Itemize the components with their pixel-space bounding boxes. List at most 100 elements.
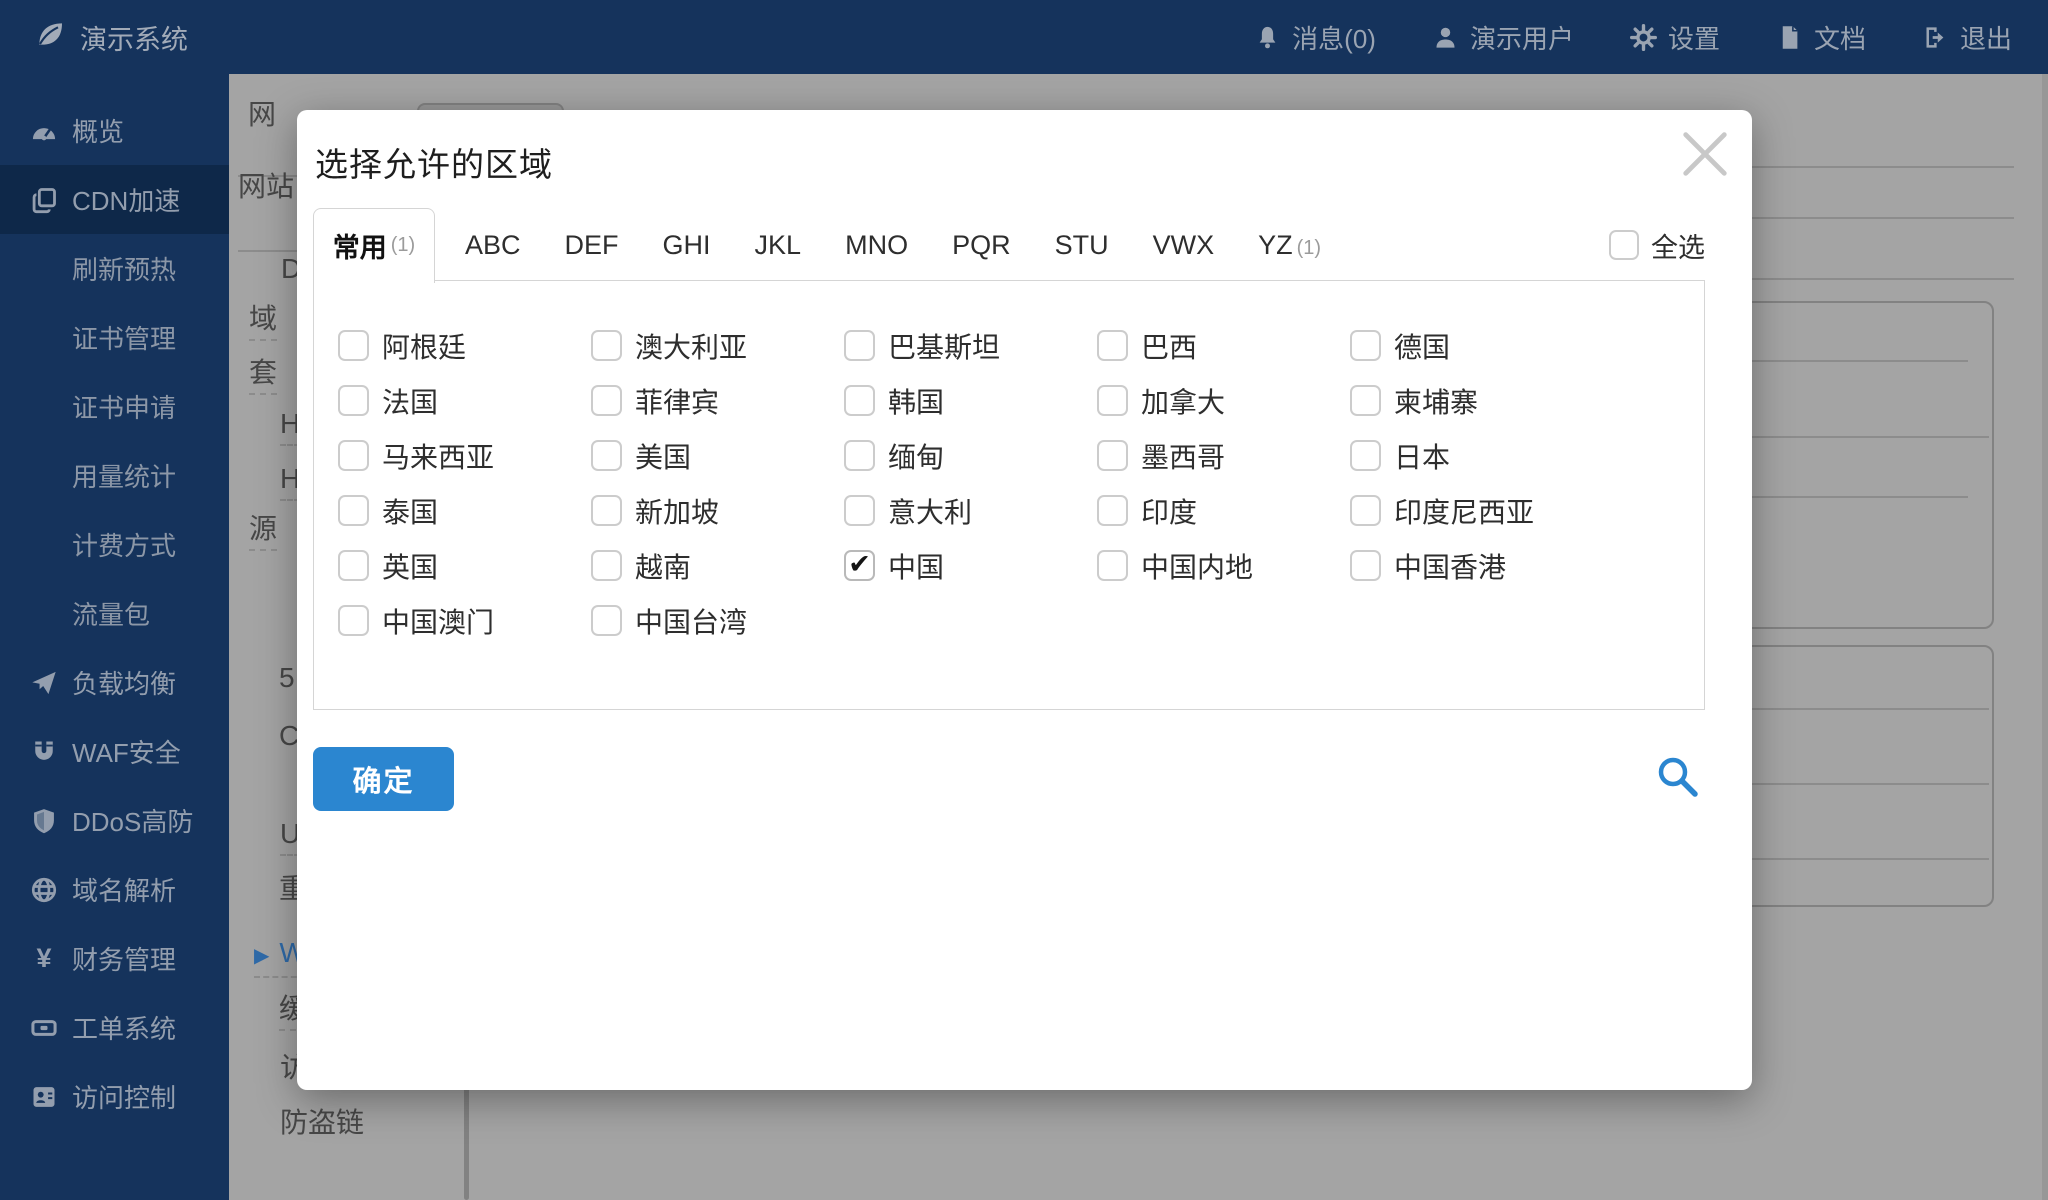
tab-常用[interactable]: 常用 (1) [313,207,435,283]
region-option[interactable]: 英国 [338,538,591,593]
page-scrollbar[interactable] [2042,74,2048,1200]
region-option[interactable]: 德国 [1350,318,1603,373]
checkbox-unchecked [1097,330,1128,361]
globe-icon [30,876,58,904]
close-icon[interactable] [1675,124,1735,184]
sidebar-item[interactable]: CDN加速 [0,165,229,234]
tab-mno[interactable]: MNO [845,230,908,261]
leaf-icon [34,18,66,57]
region-label: 韩国 [888,386,945,418]
checkbox-unchecked [844,330,875,361]
tab-vwx[interactable]: VWX [1153,230,1215,261]
region-option[interactable]: 越南 [591,538,844,593]
region-option[interactable]: 澳大利亚 [591,318,844,373]
tab-ghi[interactable]: GHI [663,230,711,261]
region-option[interactable]: 菲律宾 [591,373,844,428]
region-option[interactable]: ✔ 中国 [844,538,1097,593]
tab-abc[interactable]: ABC [465,230,521,261]
region-option[interactable]: 中国澳门 [338,593,591,648]
checkbox-unchecked [591,440,622,471]
sidebar-item[interactable]: ¥ 财务管理 [0,924,229,993]
tab-yz[interactable]: YZ (1) [1258,230,1321,261]
sidebar-item[interactable]: 流量包 [0,579,229,648]
region-label: 菲律宾 [635,386,720,418]
checkbox-unchecked [591,330,622,361]
select-all[interactable]: 全选 [1609,226,1705,265]
checkbox-unchecked [591,495,622,526]
sidebar-item[interactable]: 访问控制 [0,1062,229,1131]
region-option[interactable]: 马来西亚 [338,428,591,483]
tab-jkl[interactable]: JKL [755,230,802,261]
region-option[interactable]: 加拿大 [1097,373,1350,428]
sidebar-item[interactable]: 刷新预热 [0,234,229,303]
sidebar-item-label: 流量包 [72,600,151,630]
checkbox-unchecked [338,440,369,471]
nav-item[interactable]: 文档 [1776,19,1866,56]
region-option[interactable]: 印度 [1097,483,1350,538]
sidebar-item[interactable]: 计费方式 [0,510,229,579]
select-all-checkbox[interactable] [1609,230,1639,260]
region-option[interactable]: 法国 [338,373,591,428]
sidebar-item[interactable]: 证书申请 [0,372,229,441]
region-option[interactable]: 美国 [591,428,844,483]
plane-icon [30,669,58,697]
nav-item[interactable]: 消息(0) [1254,19,1376,56]
nav-item-label: 文档 [1813,23,1866,54]
tab-pqr[interactable]: PQR [952,230,1011,261]
region-label: 阿根廷 [382,331,467,363]
region-option[interactable]: 新加坡 [591,483,844,538]
region-option[interactable]: 韩国 [844,373,1097,428]
checkbox-unchecked [1350,550,1381,581]
tab-label: ABC [465,229,521,260]
sidebar-item-label: 证书管理 [72,324,177,354]
sidebar-menu: 概览 CDN加速 刷新预热证书管理证书申请 用量统计 计费方式流量包负载均衡 WAF安全 D… [0,74,229,1200]
sidebar-item-label: DDoS高防 [72,807,194,837]
checkbox-unchecked [338,330,369,361]
region-option[interactable]: 泰国 [338,483,591,538]
sidebar-item[interactable]: 用量统计 [0,441,229,510]
region-label: 中国内地 [1141,551,1254,583]
checkbox-unchecked [844,440,875,471]
background-text: 网 [248,99,277,130]
region-option[interactable]: 巴基斯坦 [844,318,1097,373]
region-option[interactable]: 阿根廷 [338,318,591,373]
magnet-icon [30,738,58,766]
region-option[interactable]: 中国内地 [1097,538,1350,593]
region-grid: 阿根廷 澳大利亚 巴基斯坦 巴西 德国法国 菲律宾 韩国 加拿大 柬埔寨马来西亚 美国 缅甸 墨西哥 日… [338,318,1678,648]
app-screen: 网网站D域套HH源5CU重▶W缓访问鉴权防盗链 演示系统 消息(0)演示用户设置… [0,0,2048,1200]
sidebar-item[interactable]: WAF安全 [0,717,229,786]
region-option[interactable]: 缅甸 [844,428,1097,483]
region-option[interactable]: 中国台湾 [591,593,844,648]
brand[interactable]: 演示系统 [34,0,188,74]
region-label: 美国 [635,441,692,473]
region-option[interactable]: 墨西哥 [1097,428,1350,483]
nav-item[interactable]: 演示用户 [1432,19,1574,56]
search-icon[interactable] [1655,754,1701,800]
tab-stu[interactable]: STU [1055,230,1109,261]
top-navbar: 演示系统 消息(0) 演示用户 设置 文档 退出 [0,0,2048,74]
region-option[interactable]: 中国香港 [1350,538,1603,593]
tab-def[interactable]: DEF [565,230,619,261]
sidebar-item[interactable]: DDoS高防 [0,786,229,855]
region-option[interactable]: 日本 [1350,428,1603,483]
nav-item[interactable]: 退出 [1922,19,2012,56]
nav-item-label: 设置 [1667,23,1720,54]
confirm-button[interactable]: 确定 [313,747,454,811]
sidebar-item[interactable]: 证书管理 [0,303,229,372]
sidebar-item[interactable]: 工单系统 [0,993,229,1062]
region-option[interactable]: 印度尼西亚 [1350,483,1603,538]
modal-tabs: 常用 (1) ABC DEF GHI JKL MNO PQR STU VWX YZ (1) 全选 [313,207,1705,283]
sidebar-item[interactable]: 负载均衡 [0,648,229,717]
sidebar-item-label: 财务管理 [72,945,177,975]
sidebar-item[interactable]: 概览 [0,96,229,165]
modal-title: 选择允许的区域 [315,146,553,183]
region-option[interactable]: 柬埔寨 [1350,373,1603,428]
tab-label: YZ [1258,229,1293,260]
region-option[interactable]: 意大利 [844,483,1097,538]
region-option[interactable]: 巴西 [1097,318,1350,373]
checkbox-unchecked [1350,385,1381,416]
nav-item[interactable]: 设置 [1629,19,1720,56]
sidebar-item[interactable]: 域名解析 [0,855,229,924]
checkbox-unchecked [1097,440,1128,471]
background-text: 套 [249,355,278,395]
